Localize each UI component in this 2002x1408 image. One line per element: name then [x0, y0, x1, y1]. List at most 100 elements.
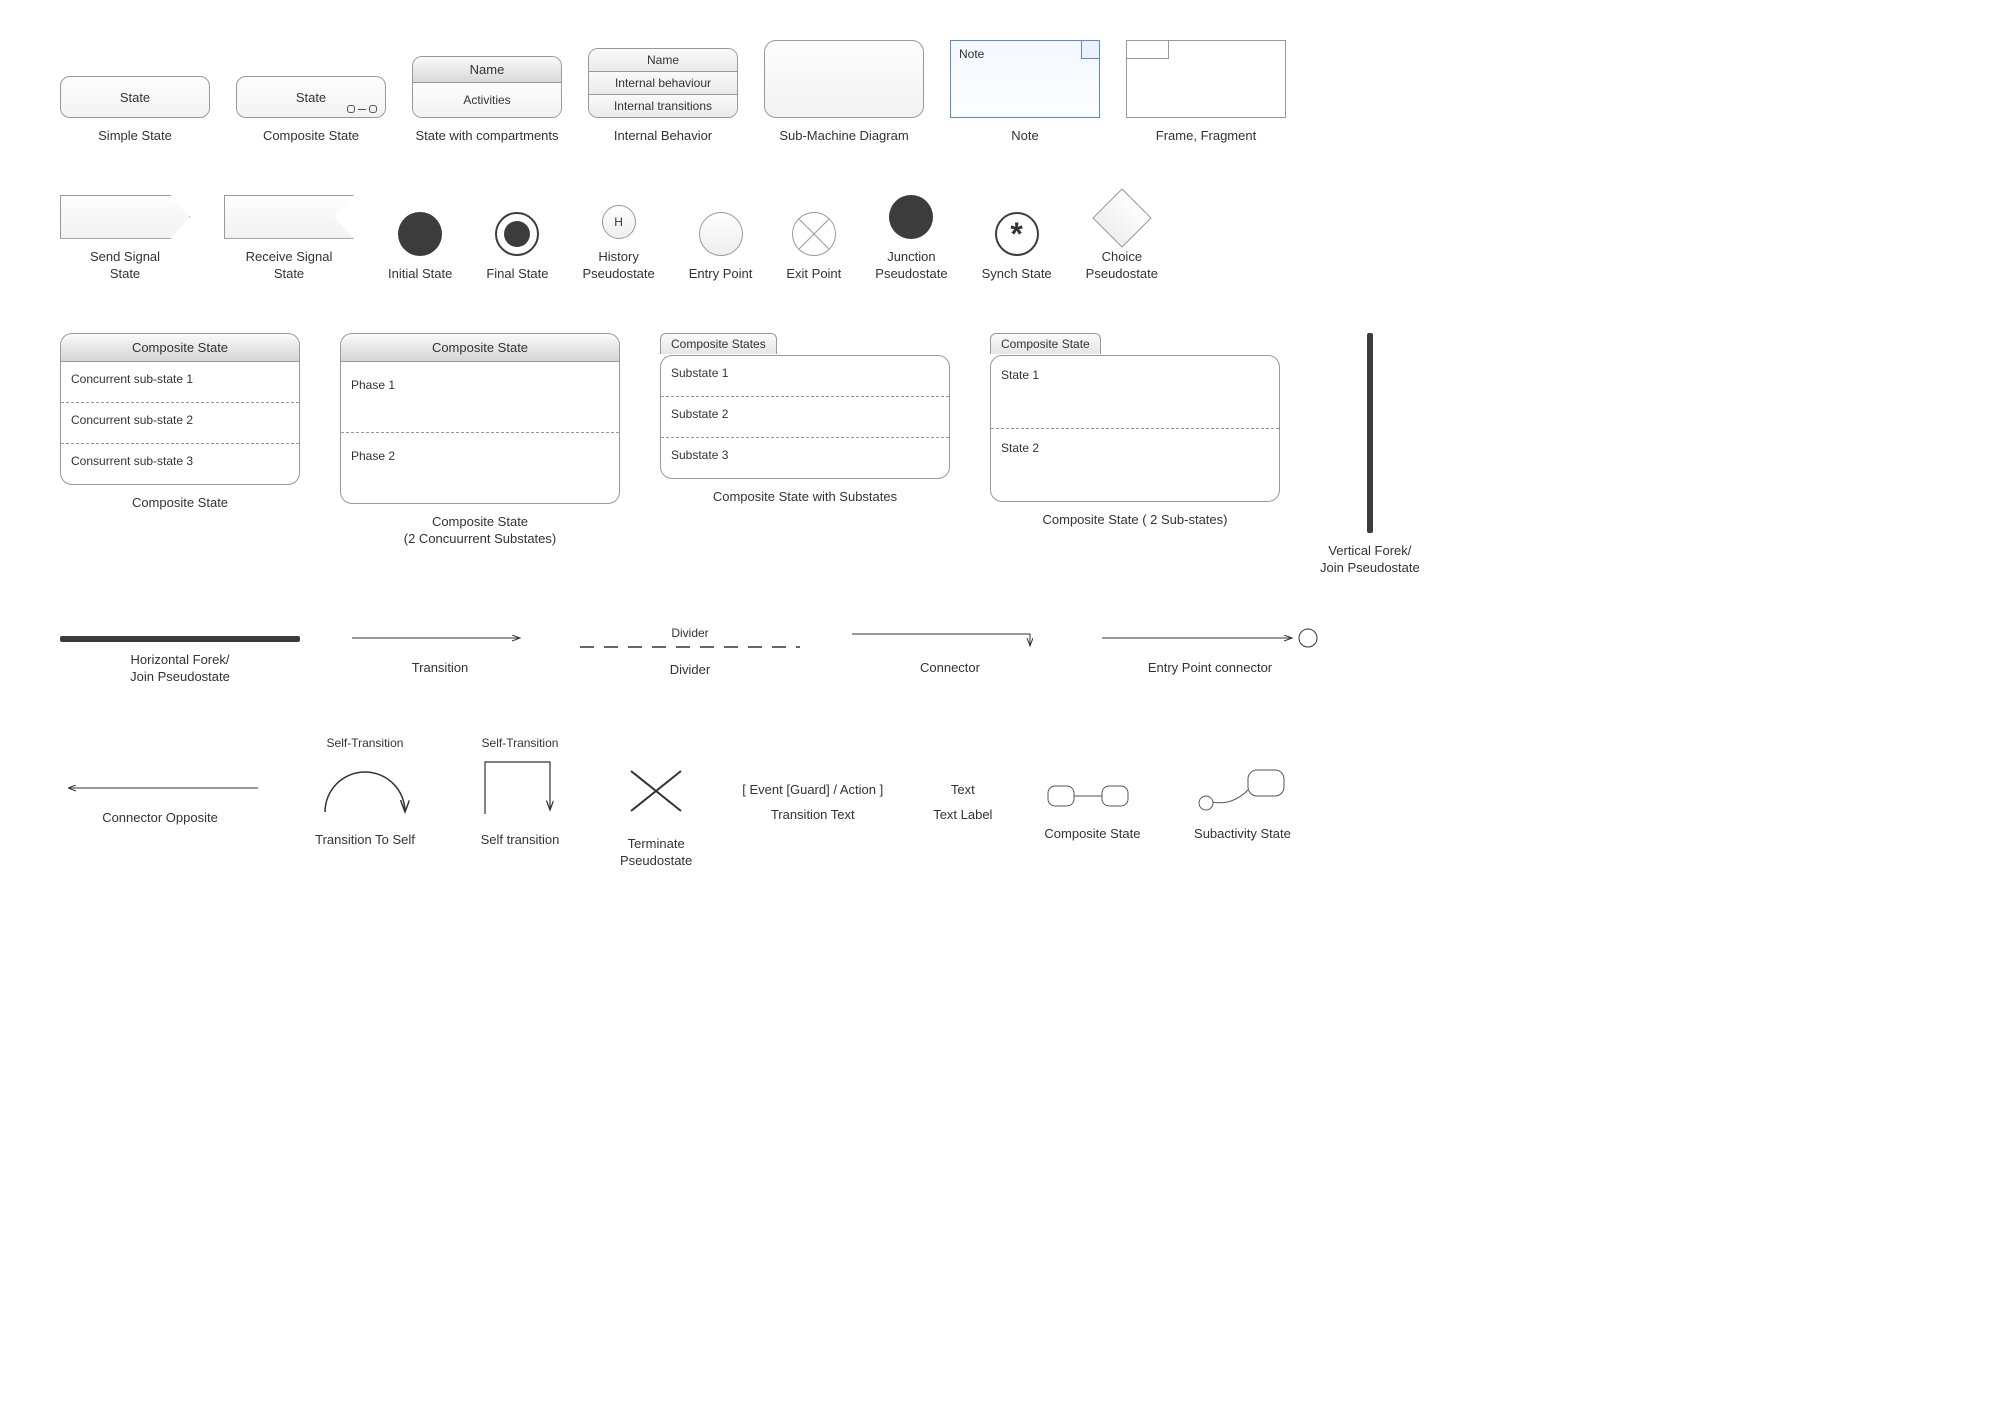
c3-r1: Substate 1	[661, 356, 949, 396]
exit-point-shape: Exit Point	[786, 212, 841, 283]
choice-caption: Choice Pseudostate	[1086, 249, 1158, 283]
entry-connector-caption: Entry Point connector	[1148, 660, 1272, 677]
c4-r2: State 2	[991, 428, 1279, 501]
submachine-caption: Sub-Machine Diagram	[779, 128, 908, 145]
transition-text-shape: [ Event [Guard] / Action ] Transition Te…	[742, 736, 883, 824]
note-fold-icon	[1081, 41, 1099, 59]
selft-label: Self-Transition	[482, 736, 559, 750]
connector-shape: Connector	[850, 626, 1050, 677]
c3-tab: Composite States	[660, 333, 777, 354]
hfork-shape: Horizontal Forek/ Join Pseudostate	[60, 626, 300, 686]
c1-r1: Concurrent sub-state 1	[61, 362, 299, 402]
choice-shape: Choice Pseudostate	[1086, 197, 1158, 283]
junction-caption: Junction Pseudostate	[875, 249, 947, 283]
synch-shape: * Synch State	[982, 212, 1052, 283]
state-compartments-caption: State with compartments	[415, 128, 558, 145]
terminate-shape: Terminate Pseudostate	[620, 736, 692, 870]
self-transition-shape: Self-Transition Self transition	[470, 736, 570, 849]
composite-state-icon-shape: Composite State	[1042, 736, 1142, 843]
send-signal-shape: Send Signal State	[60, 195, 190, 283]
composite-tab-shape: Composite States Substate 1 Substate 2 S…	[660, 333, 950, 506]
divider-caption: Divider	[670, 662, 710, 679]
c2-r1: Phase 1	[341, 362, 619, 432]
compartment-body: Activities	[413, 83, 561, 117]
frame-tab-icon	[1127, 41, 1169, 59]
composite-tab2-shape: Composite State State 1 State 2 Composit…	[990, 333, 1280, 529]
submachine-shape: Sub-Machine Diagram	[764, 40, 924, 145]
junction-shape: Junction Pseudostate	[875, 195, 947, 283]
c1-caption: Composite State	[132, 495, 228, 512]
exit-point-caption: Exit Point	[786, 266, 841, 283]
composite-2rows-shape: Composite State Phase 1 Phase 2 Composit…	[340, 333, 620, 548]
c2-title: Composite State	[341, 334, 619, 362]
divider-label: Divider	[580, 626, 800, 640]
receive-signal-shape: Receive Signal State	[224, 195, 354, 283]
note-shape: Note Note	[950, 40, 1100, 145]
ttext-label: [ Event [Guard] / Action ]	[742, 782, 883, 797]
c3-caption: Composite State with Substates	[713, 489, 897, 506]
history-caption: History Pseudostate	[582, 249, 654, 283]
terminate-caption: Terminate Pseudostate	[620, 836, 692, 870]
frame-shape: Frame, Fragment	[1126, 40, 1286, 145]
text-label-shape: Text Text Label	[933, 736, 992, 824]
composite-sub-icon	[347, 105, 377, 113]
ttext-caption: Transition Text	[771, 807, 855, 824]
connector-caption: Connector	[920, 660, 980, 677]
composite-state-label: State	[296, 90, 326, 105]
composite-state-icon-caption: Composite State	[1044, 826, 1140, 843]
selft-caption: Self transition	[481, 832, 560, 849]
note-caption: Note	[1011, 128, 1038, 145]
toself-caption: Transition To Self	[315, 832, 415, 849]
final-state-caption: Final State	[486, 266, 548, 283]
compartment-name: Name	[413, 57, 561, 83]
toself-label: Self-Transition	[327, 736, 404, 750]
note-text: Note	[959, 47, 984, 61]
c4-tab: Composite State	[990, 333, 1101, 354]
divider-shape: Divider Divider	[580, 626, 800, 679]
entry-connector-shape: Entry Point connector	[1100, 626, 1320, 677]
simple-state-caption: Simple State	[98, 128, 172, 145]
subactivity-caption: Subactivity State	[1194, 826, 1291, 843]
synch-caption: Synch State	[982, 266, 1052, 283]
simple-state-label: State	[120, 90, 150, 105]
history-label: H	[614, 215, 623, 229]
internal-behavior-shape: Name Internal behaviour Internal transit…	[588, 48, 738, 145]
initial-state-shape: Initial State	[388, 212, 452, 283]
synch-glyph: *	[1010, 218, 1022, 250]
tlabel-caption: Text Label	[933, 807, 992, 824]
entry-point-caption: Entry Point	[689, 266, 753, 283]
composite-state-caption: Composite State	[263, 128, 359, 145]
c2-r2: Phase 2	[341, 432, 619, 503]
connector-opposite-caption: Connector Opposite	[102, 810, 218, 827]
history-shape: H History Pseudostate	[582, 205, 654, 283]
c1-r2: Concurrent sub-state 2	[61, 402, 299, 443]
simple-state-shape: State Simple State	[60, 76, 210, 145]
final-state-shape: Final State	[486, 212, 548, 283]
composite-state-shape: State Composite State	[236, 76, 386, 145]
vfork-shape: Vertical Forek/ Join Pseudostate	[1320, 333, 1420, 577]
composite-3rows-shape: Composite State Concurrent sub-state 1 C…	[60, 333, 300, 512]
vfork-caption: Vertical Forek/ Join Pseudostate	[1320, 543, 1420, 577]
ib-row2: Internal transitions	[589, 94, 737, 117]
connector-opposite-shape: Connector Opposite	[60, 736, 260, 827]
c1-r3: Consurrent sub-state 3	[61, 443, 299, 484]
transition-shape: Transition	[350, 626, 530, 677]
c4-caption: Composite State ( 2 Sub-states)	[1043, 512, 1228, 529]
internal-behavior-caption: Internal Behavior	[614, 128, 712, 145]
transition-caption: Transition	[412, 660, 469, 677]
c4-r1: State 1	[991, 356, 1279, 428]
send-signal-caption: Send Signal State	[90, 249, 160, 283]
receive-signal-caption: Receive Signal State	[246, 249, 333, 283]
frame-caption: Frame, Fragment	[1156, 128, 1256, 145]
ib-row1: Internal behaviour	[589, 71, 737, 94]
state-compartments-shape: Name Activities State with compartments	[412, 56, 562, 145]
entry-point-shape: Entry Point	[689, 212, 753, 283]
hfork-caption: Horizontal Forek/ Join Pseudostate	[130, 652, 230, 686]
transition-to-self-shape: Self-Transition Transition To Self	[310, 736, 420, 849]
tlabel-label: Text	[951, 782, 975, 797]
ib-name: Name	[589, 49, 737, 71]
c1-title: Composite State	[61, 334, 299, 362]
c3-r3: Substate 3	[661, 437, 949, 478]
c3-r2: Substate 2	[661, 396, 949, 437]
subactivity-shape: Subactivity State	[1192, 736, 1292, 843]
